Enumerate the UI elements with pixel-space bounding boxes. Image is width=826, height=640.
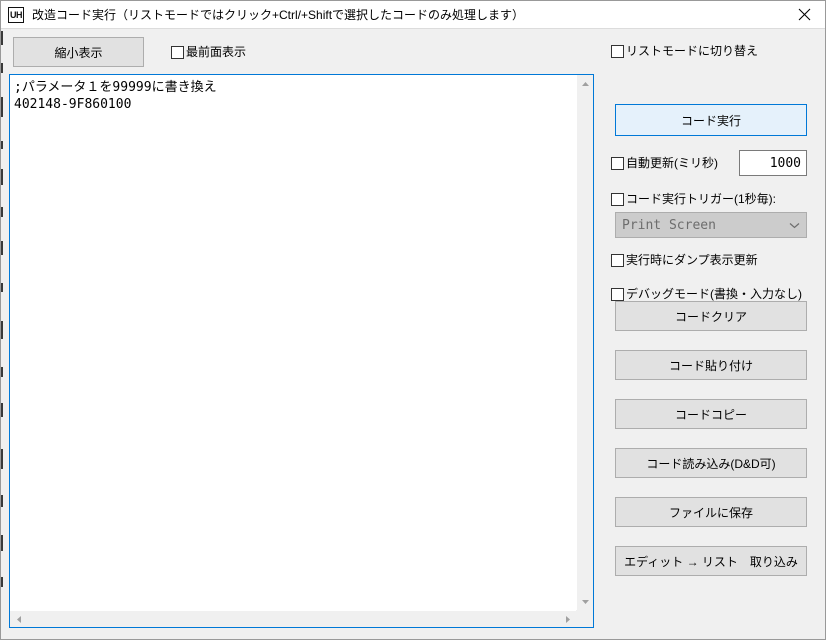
checkbox-box	[611, 44, 624, 58]
autoupdate-interval-value: 1000	[769, 155, 801, 171]
scroll-down-icon[interactable]	[577, 593, 594, 610]
app-window: UH 改造コード実行（リストモードではクリック+Ctrl/+Shiftで選択した…	[0, 0, 826, 640]
checkbox-debug-mode[interactable]: デバッグモード(書換・入力なし)	[611, 287, 802, 301]
checkbox-trigger-label: コード実行トリガー(1秒毎):	[626, 192, 777, 206]
clear-code-label: コードクリア	[674, 309, 747, 324]
paste-code-button[interactable]: コード貼り付け	[615, 350, 807, 380]
checkbox-dump-refresh-label: 実行時にダンプ表示更新	[626, 253, 758, 267]
checkbox-debug-mode-label: デバッグモード(書換・入力なし)	[626, 287, 802, 301]
checkbox-box	[611, 287, 624, 301]
run-code-button[interactable]: コード実行	[615, 104, 807, 136]
window-edge-artifact	[1, 449, 3, 469]
clear-code-button[interactable]: コードクリア	[615, 301, 807, 331]
copy-code-button[interactable]: コードコピー	[615, 399, 807, 429]
checkbox-autoupdate-label: 自動更新(ミリ秒)	[626, 156, 718, 170]
copy-code-label: コードコピー	[674, 407, 747, 422]
trigger-key-select[interactable]: Print Screen	[615, 212, 807, 238]
close-icon	[798, 8, 810, 21]
horizontal-scrollbar[interactable]	[10, 610, 576, 627]
chevron-down-icon	[789, 222, 800, 229]
load-code-label: コード読み込み(D&D可)	[646, 456, 776, 471]
window-title: 改造コード実行（リストモードではクリック+Ctrl/+Shiftで選択したコード…	[32, 7, 525, 22]
right-panel: リストモードに切り替え コード実行 自動更新(ミリ秒) 1000 コード実行トリ…	[611, 29, 817, 629]
load-code-button[interactable]: コード読み込み(D&D可)	[615, 448, 807, 478]
window-edge-artifact	[1, 321, 3, 339]
window-edge-artifact	[1, 97, 3, 117]
window-edge-artifact	[1, 535, 3, 551]
window-edge-artifact	[1, 403, 3, 417]
checkbox-box	[171, 45, 184, 59]
scroll-right-icon[interactable]	[559, 611, 576, 628]
checkbox-box	[611, 253, 624, 267]
vertical-scrollbar[interactable]	[576, 75, 593, 610]
checkbox-trigger[interactable]: コード実行トリガー(1秒毎):	[611, 192, 776, 206]
autoupdate-interval-input[interactable]: 1000	[739, 150, 807, 176]
run-code-label: コード実行	[680, 113, 741, 128]
save-file-label: ファイルに保存	[668, 505, 753, 520]
window-edge-artifact	[1, 367, 3, 377]
shrink-display-button[interactable]: 縮小表示	[13, 37, 144, 67]
edit-to-list-import-button[interactable]: エディット → リスト 取り込み	[615, 546, 807, 576]
checkbox-dump-refresh[interactable]: 実行時にダンプ表示更新	[611, 253, 758, 267]
app-icon: UH	[8, 6, 24, 23]
window-edge-artifact	[1, 141, 3, 149]
window-edge-artifact	[1, 577, 3, 587]
window-edge-artifact	[1, 283, 3, 292]
scroll-left-icon[interactable]	[10, 611, 27, 628]
window-edge-artifact	[1, 169, 3, 185]
edit-to-list-import-label: エディット → リスト 取り込み	[624, 554, 798, 569]
checkbox-box	[611, 156, 624, 170]
save-file-button[interactable]: ファイルに保存	[615, 497, 807, 527]
checkbox-box	[611, 192, 624, 206]
title-bar: UH 改造コード実行（リストモードではクリック+Ctrl/+Shiftで選択した…	[1, 1, 825, 29]
code-editor-text[interactable]: ;パラメータ１を99999に書き換え 402148-9F860100	[14, 79, 573, 113]
scrollbar-corner	[576, 610, 593, 627]
window-edge-artifact	[1, 31, 3, 45]
checkbox-listmode-label: リストモードに切り替え	[626, 44, 759, 58]
checkbox-topmost-label: 最前面表示	[186, 45, 247, 59]
scroll-up-icon[interactable]	[577, 75, 594, 92]
window-edge-artifact	[1, 63, 3, 73]
window-edge-artifact	[1, 495, 3, 507]
window-edge-artifact	[1, 207, 3, 217]
checkbox-listmode[interactable]: リストモードに切り替え	[611, 44, 758, 58]
close-button[interactable]	[781, 1, 825, 28]
trigger-key-value: Print Screen	[622, 217, 716, 233]
code-editor[interactable]: ;パラメータ１を99999に書き換え 402148-9F860100	[9, 74, 594, 628]
window-edge-artifact	[1, 241, 3, 255]
shrink-display-label: 縮小表示	[54, 45, 103, 60]
checkbox-topmost[interactable]: 最前面表示	[171, 45, 246, 59]
checkbox-autoupdate[interactable]: 自動更新(ミリ秒)	[611, 156, 718, 170]
paste-code-label: コード貼り付け	[668, 358, 753, 373]
